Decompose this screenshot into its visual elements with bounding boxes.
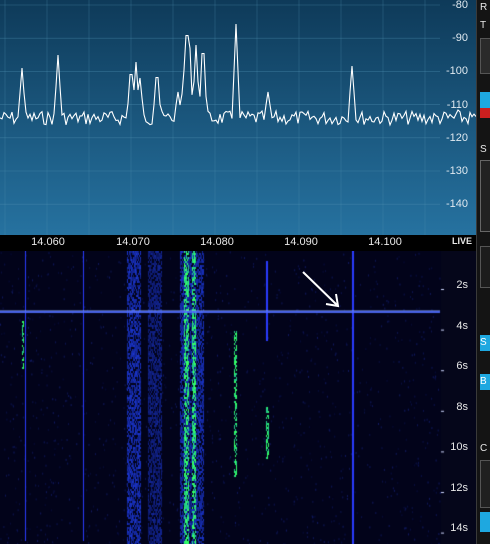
time-label: 6s [456,360,468,372]
freq-label: 14.060 [31,236,65,248]
time-label: 2s [456,279,468,291]
time-label: 10s [450,441,468,453]
freq-label: 14.080 [200,236,234,248]
db-label: -90 [452,32,468,45]
sidebar-panel [480,246,490,288]
spectrum-display[interactable] [0,0,490,235]
freq-label: 14.070 [116,236,150,248]
live-label[interactable]: LIVE [452,236,472,246]
frequency-axis: 14.060 14.070 14.080 14.090 14.100 [0,235,490,251]
sidebar-button-label: S [480,337,487,348]
sidebar-item[interactable]: C [480,443,487,454]
time-label: 12s [450,482,468,494]
db-label: -130 [445,165,468,177]
right-sidebar: R T S S B C [476,0,490,544]
freq-label: 14.090 [284,236,318,248]
time-label: 8s [456,401,468,413]
sidebar-badge-icon [480,108,490,118]
sidebar-button[interactable] [480,512,490,532]
sidebar-panel [480,460,490,508]
db-label: -110 [446,98,468,111]
sidebar-button-label: B [480,376,487,387]
db-label: -120 [445,131,468,144]
waterfall-display[interactable] [0,251,490,544]
time-label: 14s [450,522,468,534]
sidebar-item[interactable]: T [480,20,486,31]
arrow-annotation-icon [302,271,340,308]
sidebar-list[interactable] [480,160,490,232]
db-label: -80 [452,0,468,11]
db-label: -100 [445,65,468,78]
time-label: 4s [456,320,468,332]
sidebar-item[interactable]: S [480,144,487,155]
sidebar-item[interactable]: R [480,2,487,13]
db-label: -140 [445,198,468,211]
sidebar-button[interactable] [480,38,490,74]
freq-label: 14.100 [368,236,402,248]
